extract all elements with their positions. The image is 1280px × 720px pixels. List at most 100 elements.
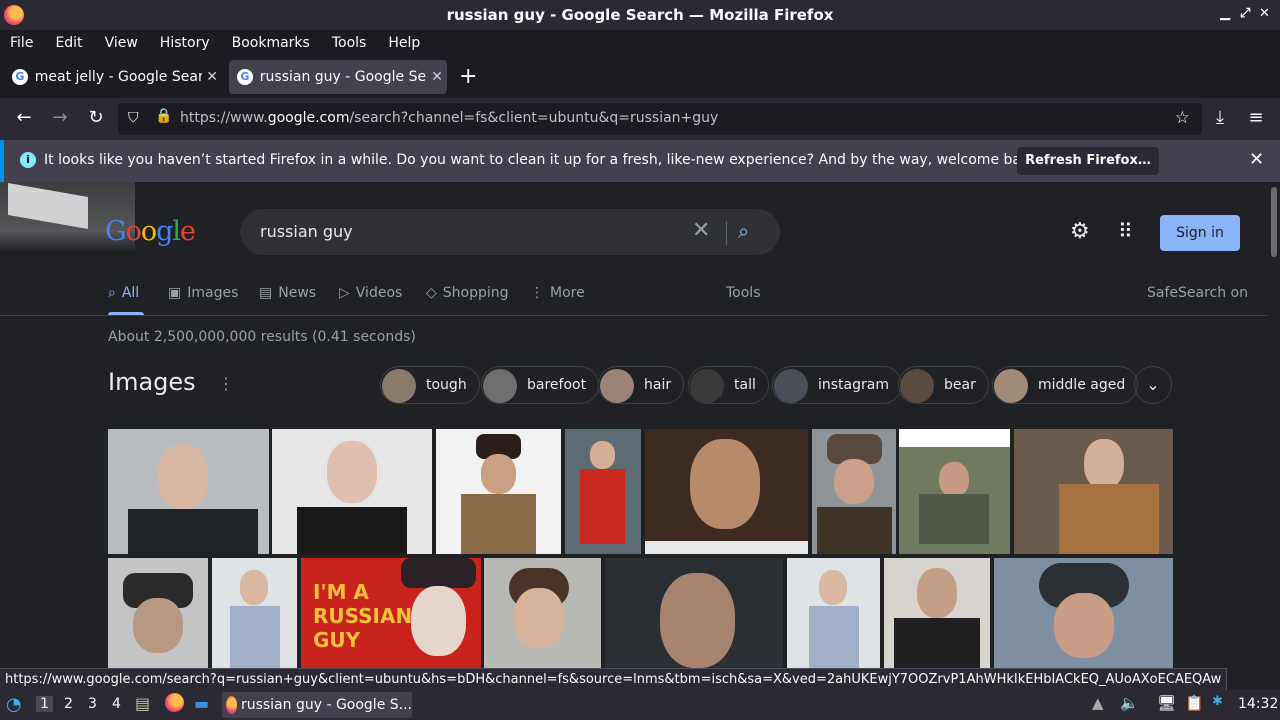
active-tab-underline	[108, 312, 144, 315]
url-bar[interactable]: ⛉ 🔒 https://www.google.com/search?channe…	[118, 103, 1202, 135]
image-result[interactable]	[787, 558, 880, 668]
google-favicon-icon: G	[12, 69, 28, 85]
images-heading: Images	[108, 368, 196, 396]
page-scrollbar[interactable]	[1268, 182, 1280, 668]
menu-file[interactable]: File	[10, 35, 33, 51]
window-title: russian guy - Google Search — Mozilla Fi…	[446, 6, 834, 24]
app-menu-button[interactable]: ≡	[1244, 107, 1268, 128]
tab-close-icon[interactable]: ✕	[427, 69, 447, 85]
image-result[interactable]	[272, 429, 432, 554]
search-divider	[726, 221, 727, 245]
workspace-2[interactable]: 2	[64, 696, 73, 712]
tab-more[interactable]: ⋮ More	[530, 285, 585, 301]
tools-button[interactable]: Tools	[726, 285, 761, 301]
tab-label: meat jelly - Google Search	[34, 69, 203, 85]
menu-bookmarks[interactable]: Bookmarks	[232, 35, 310, 51]
chip-barefoot[interactable]: barefoot	[481, 366, 600, 404]
bluetooth-icon[interactable]: ✱	[1212, 694, 1223, 709]
maximize-icon[interactable]: ⤢	[1240, 6, 1250, 21]
google-logo[interactable]: Google	[105, 216, 196, 247]
notification-text: It looks like you haven’t started Firefo…	[44, 152, 1043, 168]
volume-icon[interactable]: 🔈	[1120, 694, 1139, 712]
notification-bar: i It looks like you haven’t started Fire…	[0, 140, 1280, 182]
search-input[interactable]: russian guy	[260, 222, 353, 241]
tab-meat-jelly[interactable]: G meat jelly - Google Search ✕	[4, 60, 222, 94]
firefox-launcher-icon[interactable]	[165, 693, 184, 712]
clipboard-icon[interactable]: 📋	[1185, 694, 1204, 712]
page-content: Google russian guy ✕ ⌕ ⚙ ⠿ Sign in ⌕ All …	[0, 182, 1268, 668]
image-result[interactable]	[108, 429, 269, 554]
image-result[interactable]	[1014, 429, 1173, 554]
tray-notes-icon[interactable]: ▲	[1092, 694, 1104, 712]
safesearch-toggle[interactable]: SafeSearch on	[1147, 285, 1248, 301]
chip-tall[interactable]: tall	[688, 366, 769, 404]
tab-images[interactable]: ▣ Images	[168, 285, 238, 301]
clock: 14:32	[1238, 696, 1279, 712]
reload-button[interactable]: ↻	[84, 107, 108, 128]
chip-middle-aged[interactable]: middle aged	[992, 366, 1139, 404]
sign-in-button[interactable]: Sign in	[1160, 215, 1240, 251]
search-box[interactable]: russian guy ✕ ⌕	[240, 209, 780, 255]
info-icon: i	[20, 152, 36, 168]
start-menu-icon[interactable]: ◔	[6, 694, 22, 715]
taskbar-firefox-window[interactable]: russian guy - Google S...	[222, 692, 412, 718]
image-result[interactable]	[645, 429, 808, 554]
minimize-icon[interactable]: ▁	[1220, 6, 1230, 21]
chip-instagram[interactable]: instagram	[772, 366, 902, 404]
chip-bear[interactable]: bear	[898, 366, 989, 404]
image-result[interactable]	[994, 558, 1173, 668]
tab-videos[interactable]: ▷ Videos	[339, 285, 402, 301]
tab-all[interactable]: ⌕ All	[108, 285, 139, 301]
refresh-firefox-button[interactable]: Refresh Firefox…	[1017, 147, 1159, 175]
tab-news[interactable]: ▤ News	[259, 285, 316, 301]
image-result[interactable]	[108, 558, 208, 668]
downloads-button[interactable]: ⤓	[1208, 107, 1232, 128]
results-count: About 2,500,000,000 results (0.41 second…	[108, 329, 416, 345]
gear-icon[interactable]: ⚙	[1070, 219, 1090, 244]
image-result[interactable]	[565, 429, 641, 554]
network-icon[interactable]: 🖥	[1157, 694, 1176, 712]
tab-russian-guy[interactable]: G russian guy - Google Search ✕	[229, 60, 447, 94]
bookmark-star-icon[interactable]: ☆	[1175, 108, 1190, 128]
apps-grid-icon[interactable]: ⠿	[1118, 219, 1133, 243]
tab-bar: G meat jelly - Google Search ✕ G russian…	[0, 56, 1280, 98]
image-result[interactable]	[884, 558, 990, 668]
clear-icon[interactable]: ✕	[692, 218, 710, 243]
menu-view[interactable]: View	[105, 35, 138, 51]
menu-edit[interactable]: Edit	[55, 35, 82, 51]
image-result[interactable]: I'M A RUSSIAN GUY	[301, 558, 481, 668]
taskbar-app-label: russian guy - Google S...	[240, 697, 412, 713]
image-result[interactable]	[484, 558, 601, 668]
forward-button[interactable]: →	[48, 107, 72, 128]
close-window-icon[interactable]: ✕	[1259, 6, 1270, 21]
chip-tough[interactable]: tough	[380, 366, 480, 404]
workspace-1[interactable]: 1	[36, 696, 53, 712]
back-button[interactable]: ←	[12, 107, 36, 128]
notification-close-icon[interactable]: ✕	[1249, 149, 1264, 170]
workspace-3[interactable]: 3	[88, 696, 97, 712]
menu-tools[interactable]: Tools	[332, 35, 367, 51]
images-menu-icon[interactable]: ⋮	[218, 374, 234, 393]
menu-history[interactable]: History	[160, 35, 210, 51]
google-favicon-icon: G	[237, 69, 253, 85]
image-result[interactable]	[212, 558, 297, 668]
workspace-4[interactable]: 4	[112, 696, 121, 712]
image-result[interactable]	[436, 429, 561, 554]
taskbar: ◔ 1 2 3 4 ▤ ▬ russian guy - Google S... …	[0, 690, 1280, 720]
lock-icon[interactable]: 🔒	[155, 108, 172, 124]
menu-help[interactable]: Help	[388, 35, 420, 51]
file-manager-icon[interactable]: ▤	[135, 694, 150, 713]
url-text[interactable]: https://www.google.com/search?channel=fs…	[180, 110, 718, 126]
search-icon[interactable]: ⌕	[738, 219, 749, 243]
shield-icon[interactable]: ⛉	[128, 110, 139, 126]
image-result[interactable]	[605, 558, 783, 668]
new-tab-button[interactable]: +	[459, 64, 477, 89]
expand-chips-icon[interactable]: ⌄	[1134, 366, 1172, 404]
image-result[interactable]	[812, 429, 896, 554]
desktop-icon[interactable]: ▬	[194, 694, 209, 713]
image-result[interactable]	[899, 429, 1010, 554]
scrollbar-thumb[interactable]	[1271, 187, 1277, 257]
tab-shopping[interactable]: ◇ Shopping	[426, 285, 509, 301]
chip-hair[interactable]: hair	[598, 366, 685, 404]
tab-close-icon[interactable]: ✕	[202, 69, 222, 85]
